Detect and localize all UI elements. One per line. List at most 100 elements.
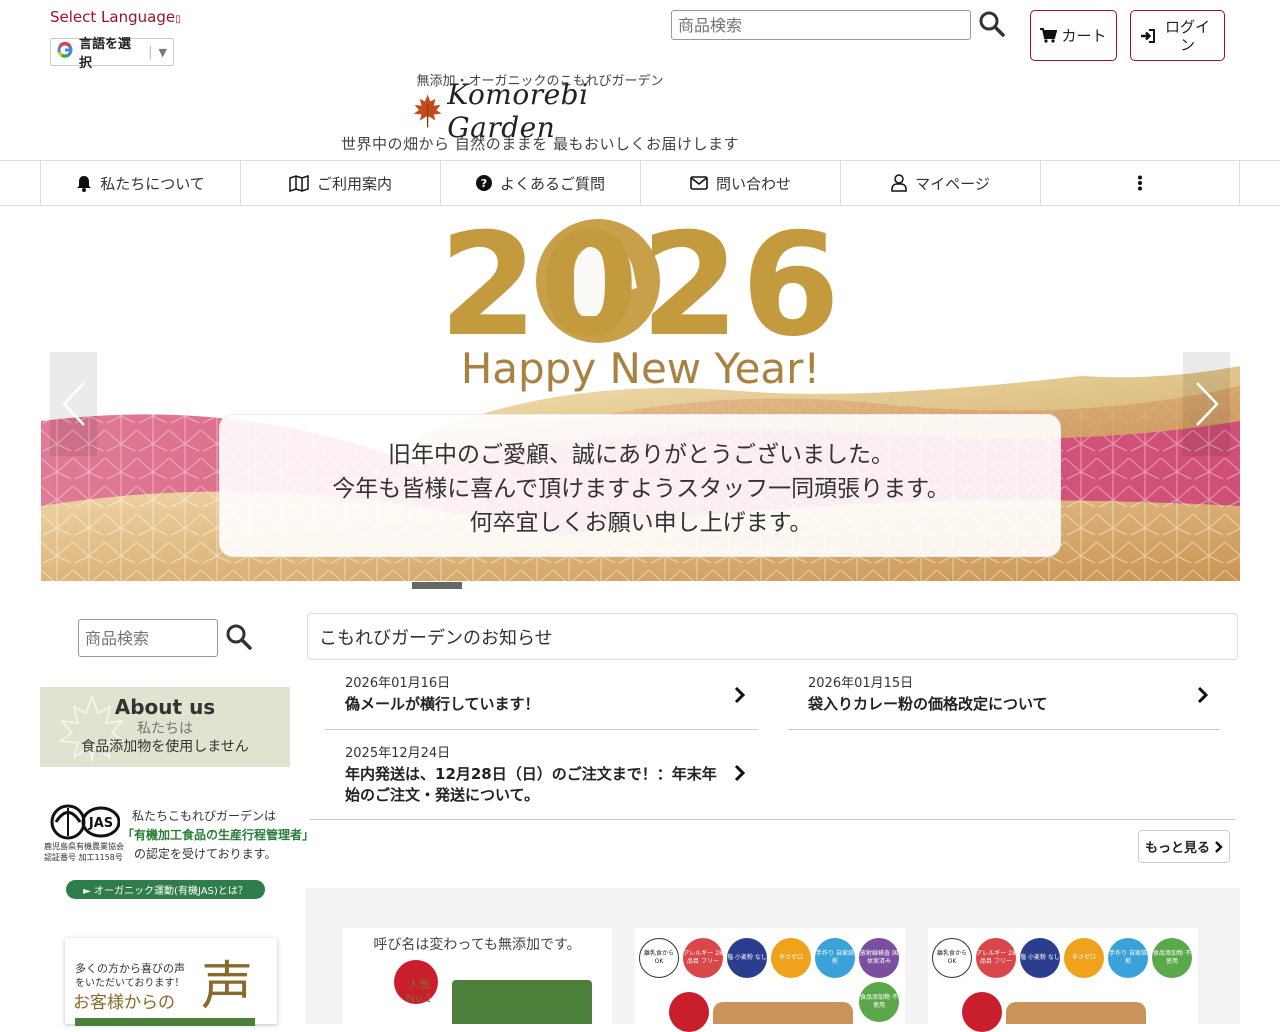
select-language-link[interactable]: Select Language▯: [50, 8, 181, 26]
carousel-next-button[interactable]: [1183, 352, 1230, 456]
feature-badge: 辛さゼロ: [771, 938, 811, 978]
google-logo-icon: [57, 41, 73, 62]
chevron-right-icon: [1195, 382, 1219, 426]
banner-greeting: Happy New Year!: [460, 344, 821, 393]
nav-item-about[interactable]: 私たちについて: [40, 161, 240, 205]
feature-badge: 辛さゼロ: [1064, 938, 1104, 978]
news-divider: [325, 729, 758, 730]
news-date: 2026年01月15日: [808, 676, 914, 691]
header-search-button[interactable]: [975, 8, 1009, 42]
chevron-right-icon: [734, 686, 746, 704]
product-card[interactable]: 離乳食から OK アレルギー 28品目 フリー 塩 小麦粉 なし 辛さゼロ 手作…: [635, 928, 905, 1032]
nav-item-contact[interactable]: 問い合わせ: [640, 161, 840, 205]
product-card[interactable]: 離乳食から OK アレルギー 28品目 フリー 塩 小麦粉 なし 辛さゼロ 手作…: [928, 928, 1198, 1032]
about-us-banner[interactable]: About us 私たちは 食品添加物を使用しません: [40, 687, 290, 767]
sidebar-search-input[interactable]: [78, 619, 218, 657]
jas-cert-org: 鹿児島県有機農業協会: [44, 842, 124, 851]
news-title: 年内発送は、12月28日（日）のご注文まで！：年末年: [345, 765, 717, 783]
product-package: [1006, 1002, 1146, 1024]
nav-label: マイページ: [915, 174, 990, 193]
product-package: [452, 980, 592, 1024]
chevron-right-icon: [734, 764, 746, 782]
jas-text-line: 私たちこもれびガーデンは: [132, 809, 277, 823]
header-search-input[interactable]: [671, 10, 971, 40]
news-heading: こもれびガーデンのお知らせ: [307, 613, 1238, 660]
more-label: もっと見る: [1144, 841, 1210, 856]
news-title: 偽メールが横行しています！: [345, 695, 540, 713]
jas-cert-number: 認証番号 加工1158号: [44, 853, 123, 862]
jas-info-button[interactable]: ► オーガニック運動(有機JAS)とは？: [66, 880, 265, 899]
about-subtitle: 私たちは: [137, 721, 193, 737]
featured-products: 呼び名は変わっても無添加です。 人気 No.1 離乳食から OK アレルギー 2…: [305, 888, 1240, 1032]
nav-label: 私たちについて: [100, 174, 205, 193]
maple-leaf-icon: [413, 94, 442, 128]
voice-kanji: 声: [201, 957, 254, 1017]
sidebar-search-button[interactable]: [222, 621, 256, 655]
jas-logo-text: JAS: [88, 816, 113, 831]
voice-heading: お客様からの: [73, 993, 175, 1013]
nav-label: よくあるご質問: [499, 174, 605, 193]
jas-text-highlight: 「有機加工食品の生産行程管理者」: [122, 828, 315, 842]
feature-badge: 食品添加物 不使用: [859, 982, 899, 1022]
news-date: 2026年01月16日: [345, 676, 451, 691]
login-label: ログイン: [1164, 17, 1210, 54]
svg-text:?: ?: [481, 177, 487, 190]
product-ribbon-icon: [962, 992, 1002, 1032]
popular-badge: 人気 No.1: [405, 978, 433, 1005]
banner-year: 2026: [438, 206, 843, 368]
about-title: About us: [114, 695, 216, 719]
banner-message-box: 旧年中のご愛顧、誠にありがとうございました。 今年も皆様に喜んで頂けますようスタ…: [219, 414, 1061, 557]
map-icon: [289, 174, 309, 192]
product-tagline: 呼び名は変わっても無添加です。: [373, 937, 581, 953]
bell-icon: [77, 175, 92, 192]
carousel-indicator-active[interactable]: [412, 582, 462, 589]
shopping-cart-icon: [1040, 28, 1058, 43]
feature-badge: 手作り 自家焙煎: [815, 938, 855, 978]
product-package: [713, 1002, 853, 1024]
feature-badge: 離乳食から OK: [932, 938, 972, 978]
news-item[interactable]: 2025年12月24日 年内発送は、12月28日（日）のご注文まで！：年末年 始…: [325, 742, 758, 808]
about-text: 食品添加物を使用しません: [81, 739, 249, 755]
cart-button[interactable]: カート: [1030, 10, 1117, 61]
news-title: 袋入りカレー粉の価格改定について: [808, 695, 1048, 713]
voice-line: をいただいております！: [75, 978, 185, 989]
cart-label: カート: [1061, 27, 1107, 45]
select-divider: |: [148, 44, 153, 60]
product-card[interactable]: 呼び名は変わっても無添加です。 人気 No.1: [342, 928, 612, 1024]
login-button[interactable]: ログイン: [1130, 10, 1225, 61]
feature-badge: 塩 小麦粉 なし: [727, 938, 767, 978]
nav-item-faq[interactable]: ? よくあるご質問: [440, 161, 640, 205]
news-divider: [788, 729, 1220, 730]
news-item[interactable]: 2026年01月15日 袋入りカレー粉の価格改定について: [788, 672, 1220, 730]
chevron-right-icon: [1197, 686, 1209, 704]
hero-carousel[interactable]: 2026 Happy New Year! 旧年中のご愛顧、誠にありがとうございま…: [41, 206, 1240, 581]
nav-label: 問い合わせ: [715, 174, 791, 193]
news-title: 始のご注文・発送について。: [345, 786, 540, 804]
dropdown-caret-icon: ▯: [175, 14, 181, 25]
google-translate-select[interactable]: 言語を選択 | ▼: [50, 37, 174, 71]
envelope-icon: [690, 176, 708, 190]
question-circle-icon: ?: [475, 175, 492, 191]
main-nav: 私たちについて ご利用案内 ? よくあるご質問 問い合わせ マイページ: [0, 160, 1280, 206]
nav-item-guide[interactable]: ご利用案内: [240, 161, 440, 205]
feature-badge: 手作り 自家焙煎: [1108, 938, 1148, 978]
news-date: 2025年12月24日: [345, 746, 451, 761]
customer-voice-banner[interactable]: 多くの方から喜びの声 をいただいております！ お客様からの 声: [65, 938, 277, 1026]
jas-text-line: の認定を受けております。: [134, 847, 277, 861]
site-logo[interactable]: Komorebi Garden: [412, 78, 672, 144]
nav-item-more[interactable]: [1040, 161, 1240, 205]
organic-jas-logo: JAS: [50, 804, 120, 840]
feature-badge: 離乳食から OK: [639, 938, 679, 978]
sign-in-icon: [1140, 28, 1155, 43]
feature-badge: 塩 小麦粉 なし: [1020, 938, 1060, 978]
banner-message-line: 旧年中のご愛顧、誠にありがとうございました。: [388, 442, 894, 468]
banner-message-line: 何卒宜しくお願い申し上げます。: [469, 510, 813, 536]
user-icon: [891, 174, 907, 192]
nav-item-mypage[interactable]: マイページ: [840, 161, 1040, 205]
news-more-button[interactable]: もっと見る: [1138, 830, 1230, 863]
search-icon: [979, 11, 1005, 37]
news-item[interactable]: 2026年01月16日 偽メールが横行しています！: [325, 672, 758, 730]
chevron-left-icon: [61, 382, 85, 426]
carousel-prev-button[interactable]: [50, 352, 97, 456]
voice-ribbon: [75, 1018, 255, 1026]
